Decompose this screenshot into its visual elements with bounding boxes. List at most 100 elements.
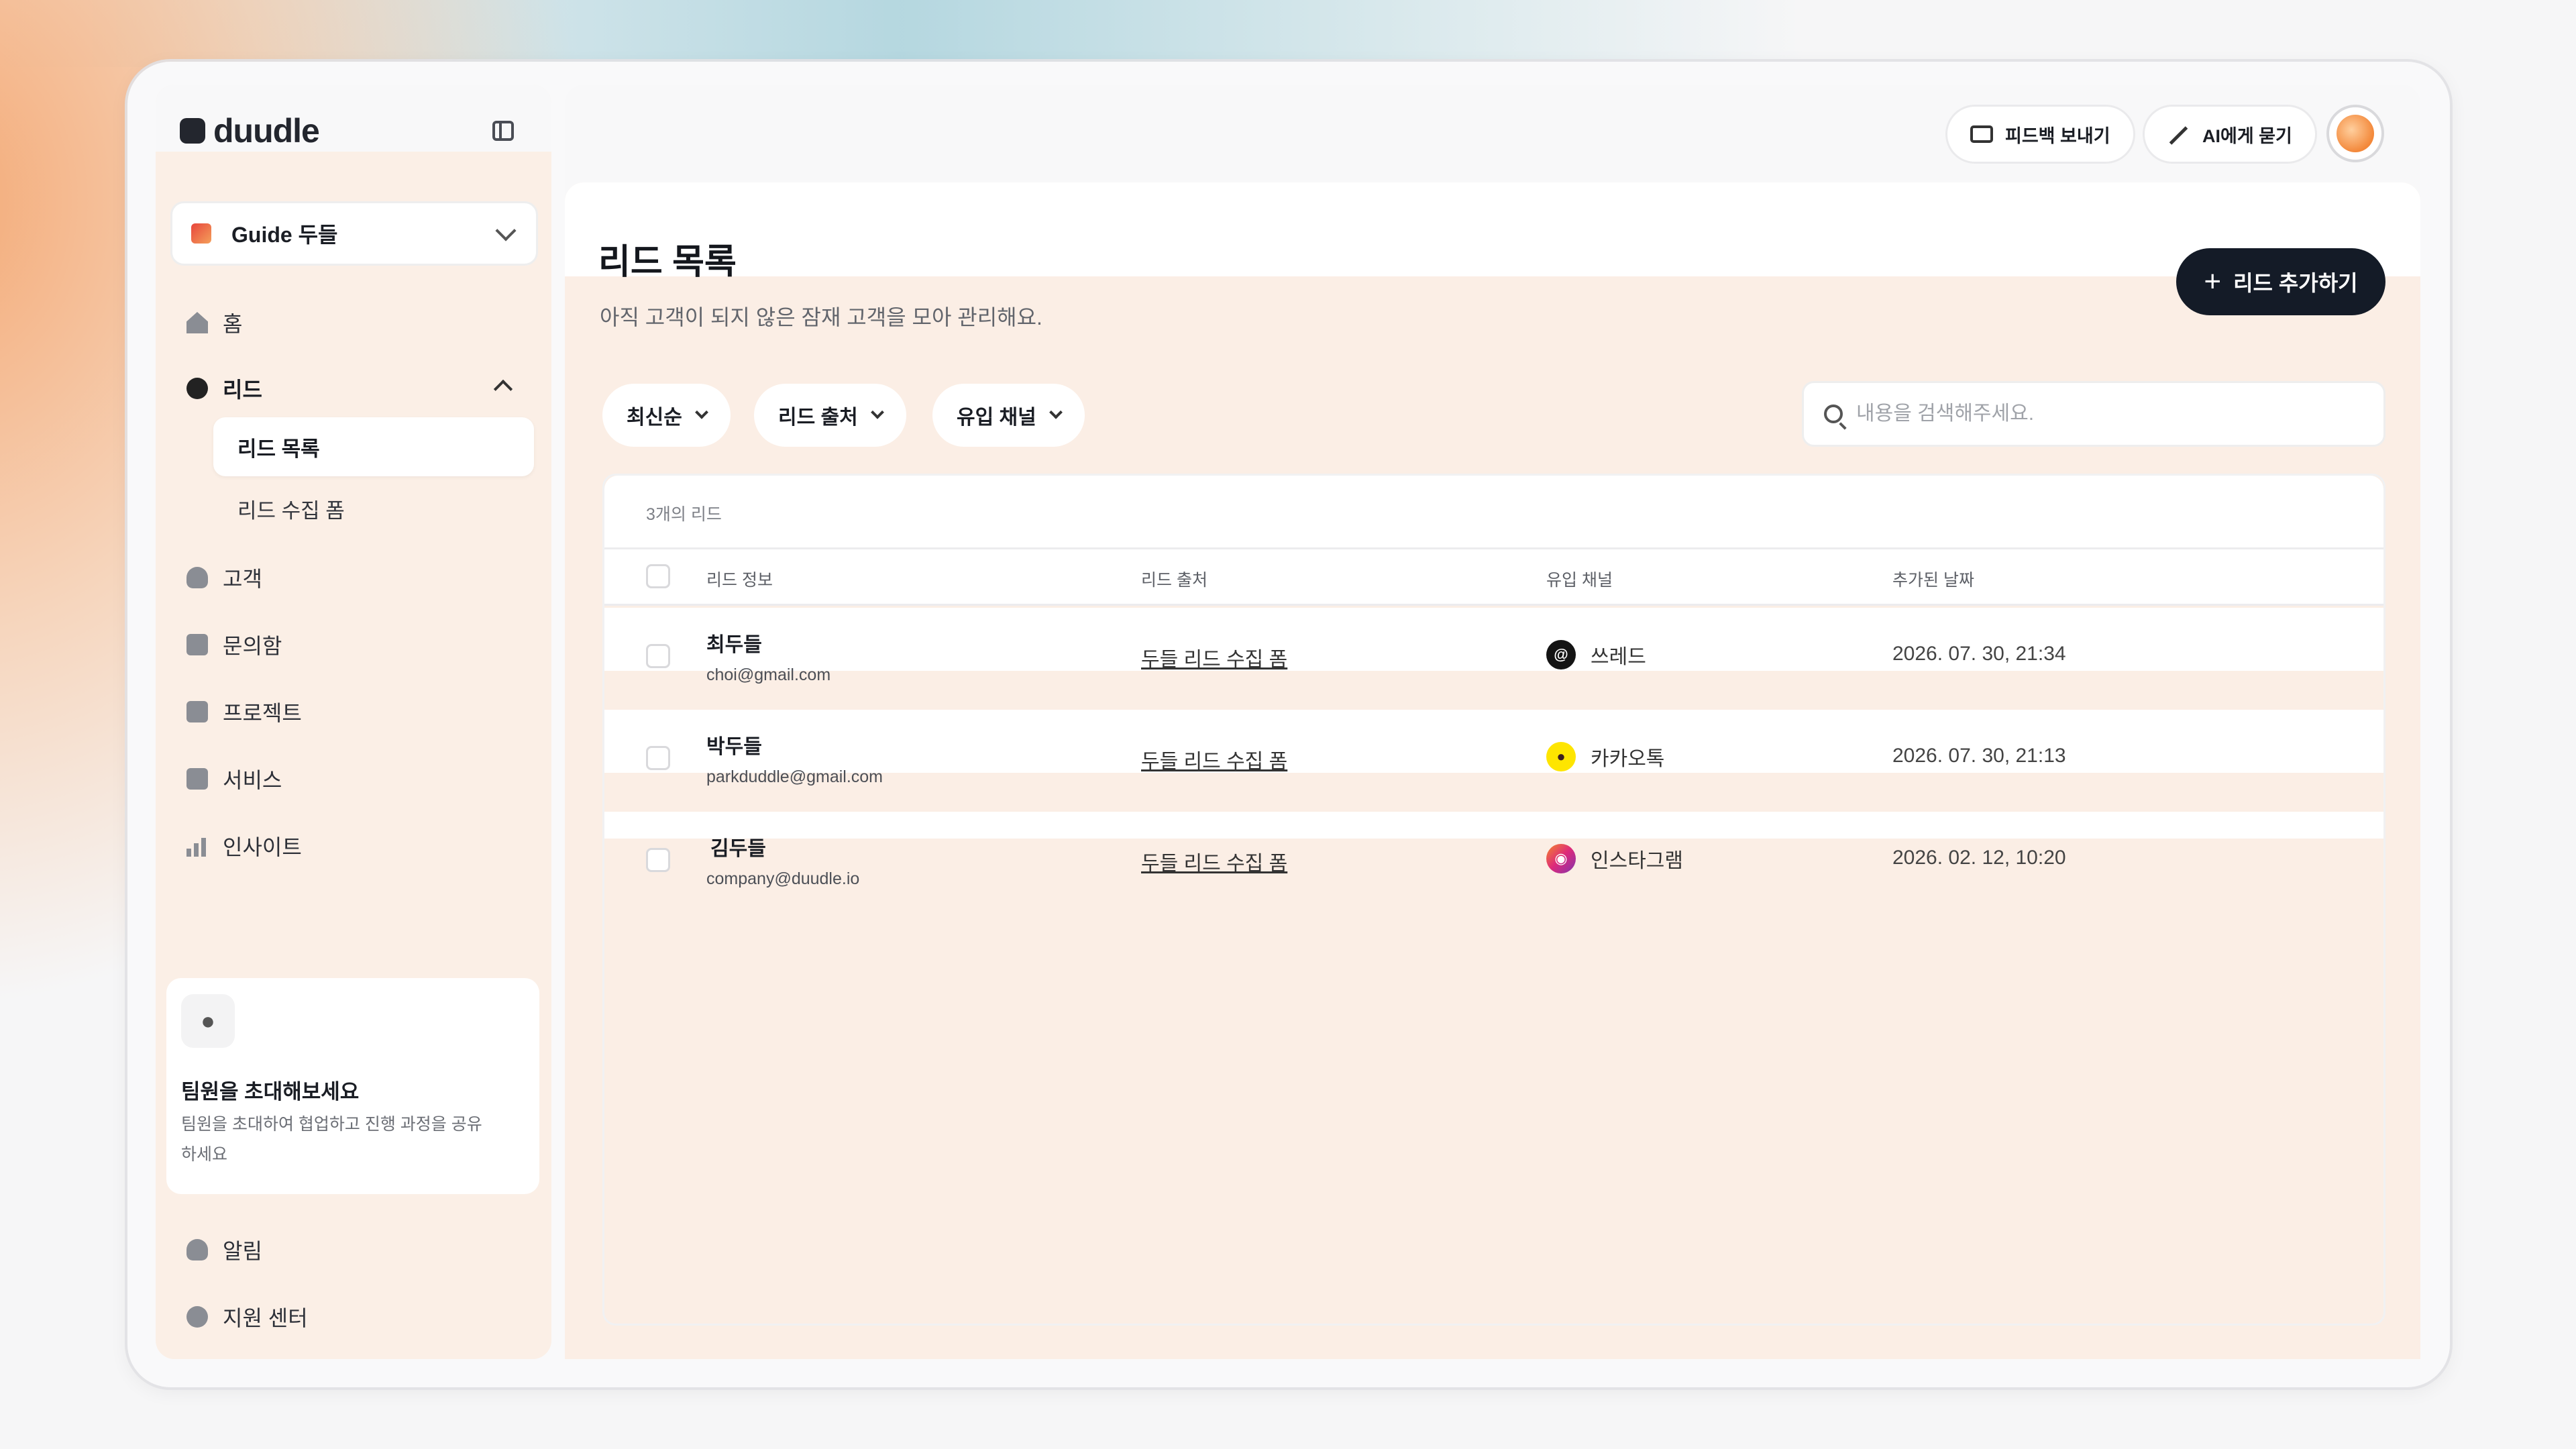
sidebar-item-label: 프로젝트 — [223, 701, 302, 725]
table-row[interactable]: 김두들 company@duudle.io 두들 리드 수집 폼 ◉ 인스타그램… — [604, 812, 2383, 914]
sidebar-item-insights[interactable]: 인사이트 — [186, 830, 302, 861]
sidebar: duudle Guide 두들 홈 리드 리드 목록 리드 수집 폼 고객 문의… — [156, 85, 551, 1359]
sidebar-item-label: 인사이트 — [223, 835, 302, 859]
sidebar-item-label: 문의함 — [223, 634, 282, 658]
page-title: 리드 목록 — [598, 243, 737, 282]
search-box[interactable] — [1802, 381, 2385, 447]
lead-email: parkduddle@gmail.com — [706, 767, 883, 786]
invite-card[interactable]: ● 팀원을 초대해보세요 팀원을 초대하여 협업하고 진행 과정을 공유하세요 — [166, 978, 539, 1194]
add-user-icon: ● — [181, 994, 235, 1048]
avatar-image — [2337, 115, 2374, 152]
lead-date: 2026. 07. 30, 21:13 — [1892, 745, 2066, 767]
workspace-name: Guide 두들 — [231, 223, 338, 247]
lead-count: 3개의 리드 — [646, 505, 722, 524]
content-header — [565, 182, 2420, 276]
lead-source-link[interactable]: 두들 리드 수집 폼 — [1141, 643, 1287, 672]
workspace-selector[interactable]: Guide 두들 — [170, 201, 538, 266]
row-checkbox[interactable] — [646, 848, 670, 872]
search-icon — [1824, 405, 1843, 423]
page-subtitle: 아직 고객이 되지 않은 잠재 고객을 모아 관리해요. — [600, 305, 1042, 329]
sidebar-item-label: 리드 — [223, 378, 262, 402]
sidebar-item-leads[interactable]: 리드 — [186, 373, 262, 404]
sidebar-item-label: 고객 — [223, 567, 262, 591]
column-header-row: 리드 정보 리드 출처 유입 채널 추가된 날짜 — [604, 549, 2383, 606]
sidebar-subitem-lead-list[interactable]: 리드 목록 — [213, 417, 534, 476]
magic-wand-icon — [2167, 123, 2190, 146]
lead-table: 3개의 리드 리드 정보 리드 출처 유입 채널 추가된 날짜 최두들 choi… — [602, 474, 2385, 1326]
sidebar-item-label: 지원 센터 — [223, 1306, 308, 1330]
lead-date: 2026. 07. 30, 21:34 — [1892, 643, 2066, 665]
channel-filter-label: 유입 채널 — [957, 407, 1036, 429]
logo[interactable]: duudle — [180, 111, 320, 150]
inbox-icon — [186, 634, 208, 655]
channel-label: 쓰레드 — [1591, 646, 1646, 668]
logo-text: duudle — [213, 112, 320, 150]
row-checkbox[interactable] — [646, 644, 670, 668]
table-row[interactable]: 최두들 choi@gmail.com 두들 리드 수집 폼 @ 쓰레드 2026… — [604, 608, 2383, 710]
chevron-down-icon — [694, 405, 708, 419]
sidebar-item-customers[interactable]: 고객 — [186, 562, 262, 593]
lead-email: choi@gmail.com — [706, 665, 831, 684]
lead-channel: ◉ 인스타그램 — [1546, 844, 1683, 873]
kakaotalk-icon: ● — [1546, 742, 1576, 771]
sort-label: 최신순 — [627, 407, 682, 429]
instagram-icon: ◉ — [1546, 844, 1576, 873]
sidebar-item-label: 알림 — [223, 1239, 262, 1263]
sidebar-item-support[interactable]: 지원 센터 — [186, 1301, 308, 1332]
lead-email: company@duudle.io — [706, 869, 860, 888]
invite-description: 팀원을 초대하여 협업하고 진행 과정을 공유하세요 — [181, 1115, 482, 1164]
chevron-down-icon — [495, 220, 517, 241]
sidebar-item-services[interactable]: 서비스 — [186, 763, 282, 794]
feedback-label: 피드백 보내기 — [2005, 125, 2110, 146]
sidebar-item-home[interactable]: 홈 — [186, 307, 242, 338]
sort-dropdown[interactable]: 최신순 — [602, 384, 731, 447]
sidebar-subitem-label: 리드 목록 — [237, 437, 320, 461]
chevron-down-icon — [1049, 405, 1063, 419]
add-lead-label: 리드 추가하기 — [2233, 271, 2358, 295]
sidebar-item-label: 홈 — [223, 312, 243, 336]
invite-title: 팀원을 초대해보세요 — [181, 1080, 360, 1104]
feedback-button[interactable]: 피드백 보내기 — [1945, 105, 2135, 164]
add-lead-button[interactable]: + 리드 추가하기 — [2176, 248, 2385, 315]
table-header: 3개의 리드 — [604, 476, 2383, 549]
ask-ai-button[interactable]: AI에게 묻기 — [2143, 105, 2317, 164]
sidebar-toggle-icon[interactable] — [492, 121, 514, 141]
row-checkbox[interactable] — [646, 746, 670, 770]
channel-filter-dropdown[interactable]: 유입 채널 — [932, 384, 1085, 447]
lead-name: 박두들 — [706, 736, 762, 758]
plus-icon: + — [2204, 265, 2222, 298]
workspace-icon — [191, 223, 211, 244]
help-icon — [186, 1306, 208, 1328]
source-filter-label: 리드 출처 — [778, 407, 858, 429]
column-header: 유입 채널 — [1546, 571, 1613, 590]
avatar[interactable] — [2326, 105, 2384, 162]
person-icon — [186, 567, 208, 588]
select-all-checkbox[interactable] — [646, 564, 670, 588]
column-header: 리드 정보 — [706, 571, 773, 590]
lead-channel: @ 쓰레드 — [1546, 640, 1646, 669]
bar-chart-icon — [186, 835, 208, 857]
sidebar-item-projects[interactable]: 프로젝트 — [186, 696, 302, 727]
lead-date: 2026. 02. 12, 10:20 — [1892, 847, 2066, 869]
column-header: 리드 출처 — [1141, 571, 1208, 590]
lead-icon — [186, 378, 208, 399]
table-row[interactable]: 박두들 parkduddle@gmail.com 두들 리드 수집 폼 ● 카카… — [604, 710, 2383, 812]
search-input[interactable] — [1856, 402, 2366, 425]
home-icon — [186, 312, 208, 333]
channel-label: 카카오톡 — [1591, 748, 1665, 770]
logo-icon — [180, 118, 205, 144]
folder-icon — [186, 701, 208, 722]
column-header: 추가된 날짜 — [1892, 571, 1974, 590]
channel-label: 인스타그램 — [1591, 850, 1683, 872]
sidebar-item-notifications[interactable]: 알림 — [186, 1234, 262, 1265]
lead-channel: ● 카카오톡 — [1546, 742, 1664, 771]
chevron-up-icon[interactable] — [493, 379, 513, 399]
sidebar-item-inbox[interactable]: 문의함 — [186, 629, 282, 660]
bell-icon — [186, 1239, 208, 1260]
chevron-down-icon — [870, 405, 884, 419]
lead-source-link[interactable]: 두들 리드 수집 폼 — [1141, 847, 1287, 876]
sidebar-subitem-lead-form[interactable]: 리드 수집 폼 — [213, 479, 534, 538]
mail-icon — [1970, 125, 1993, 143]
lead-source-link[interactable]: 두들 리드 수집 폼 — [1141, 745, 1287, 774]
source-filter-dropdown[interactable]: 리드 출처 — [754, 384, 906, 447]
